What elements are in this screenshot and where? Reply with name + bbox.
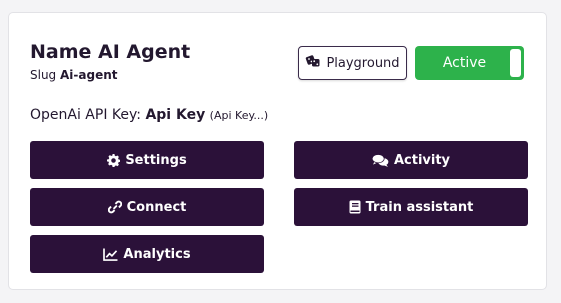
playground-label: Playground: [326, 55, 400, 71]
connect-button[interactable]: Connect: [30, 188, 264, 226]
api-key-note: (Api Key...): [209, 109, 269, 122]
api-key-label: OpenAi API Key:: [30, 107, 141, 123]
analytics-button[interactable]: Analytics: [30, 235, 264, 273]
comments-icon: [371, 153, 389, 167]
agent-name: Name AI Agent: [30, 41, 191, 63]
analytics-label: Analytics: [123, 246, 191, 262]
book-icon: [349, 200, 361, 214]
activity-label: Activity: [393, 152, 451, 168]
slug-label: Slug: [30, 68, 57, 82]
settings-label: Settings: [125, 152, 187, 168]
status-label: Active: [442, 55, 487, 71]
api-key-row: OpenAi API Key: Api Key (Api Key...): [30, 106, 268, 125]
dice-icon: [305, 54, 321, 72]
train-assistant-button[interactable]: Train assistant: [294, 188, 528, 226]
api-key-value: Api Key: [145, 107, 206, 123]
train-assistant-label: Train assistant: [365, 199, 474, 215]
slug-value: Ai-agent: [60, 68, 118, 82]
agent-card: Name AI Agent Slug Ai-agent Playground A…: [8, 12, 547, 290]
activity-button[interactable]: Activity: [294, 141, 528, 179]
toggle-knob[interactable]: [510, 49, 521, 77]
link-icon: [107, 200, 122, 214]
playground-button[interactable]: Playground: [298, 46, 407, 80]
settings-button[interactable]: Settings: [30, 141, 264, 179]
connect-label: Connect: [126, 199, 187, 215]
status-toggle[interactable]: Active: [415, 46, 524, 80]
chart-line-icon: [103, 247, 118, 261]
slug-row: Slug Ai-agent: [30, 68, 118, 82]
gear-icon: [107, 153, 121, 167]
